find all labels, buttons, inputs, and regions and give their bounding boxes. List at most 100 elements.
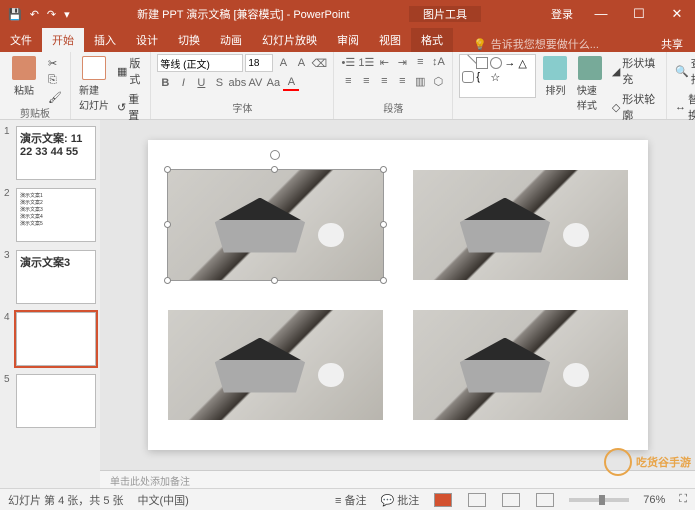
resize-handle[interactable]: [164, 221, 171, 228]
shape-star-icon: ☆: [490, 71, 502, 83]
lightbulb-icon: 💡: [473, 38, 487, 51]
quick-access-toolbar: 💾 ↶ ↷ ▾: [0, 8, 78, 21]
increase-indent-button[interactable]: ⇥: [394, 54, 410, 70]
inserted-picture[interactable]: [168, 310, 383, 420]
resize-handle[interactable]: [380, 166, 387, 173]
layout-button[interactable]: ▦版式: [115, 54, 144, 88]
text-direction-button[interactable]: ↕A: [430, 54, 446, 70]
tab-view[interactable]: 视图: [369, 28, 411, 52]
font-size-select[interactable]: [245, 54, 273, 72]
inserted-picture[interactable]: [413, 310, 628, 420]
reset-icon: ↺: [117, 101, 126, 114]
arrange-icon: [543, 56, 567, 80]
tab-file[interactable]: 文件: [0, 28, 42, 52]
copy-button[interactable]: ⎘: [46, 73, 64, 88]
resize-handle[interactable]: [164, 277, 171, 284]
shadow-button[interactable]: abs: [229, 75, 245, 91]
replace-button[interactable]: ↔替换: [673, 90, 695, 124]
tab-format[interactable]: 格式: [411, 28, 453, 52]
cut-button[interactable]: ✂: [46, 56, 64, 71]
italic-button[interactable]: I: [175, 75, 191, 91]
tab-insert[interactable]: 插入: [84, 28, 126, 52]
align-center-button[interactable]: ≡: [358, 73, 374, 89]
format-painter-button[interactable]: 🖌: [46, 90, 64, 105]
resize-handle[interactable]: [380, 221, 387, 228]
increase-font-icon[interactable]: A: [275, 55, 291, 71]
line-spacing-button[interactable]: ≡: [412, 54, 428, 70]
shape-oval-icon: [490, 57, 502, 69]
maximize-button[interactable]: ☐: [621, 0, 657, 28]
shape-outline-button[interactable]: ◇形状轮廓: [610, 90, 660, 124]
font-family-select[interactable]: [157, 54, 243, 72]
decrease-indent-button[interactable]: ⇤: [376, 54, 392, 70]
tab-animations[interactable]: 动画: [210, 28, 252, 52]
bold-button[interactable]: B: [157, 75, 173, 91]
change-case-button[interactable]: Aa: [265, 75, 281, 91]
quick-styles-button[interactable]: 快速样式: [575, 54, 606, 114]
watermark-logo-icon: [604, 448, 632, 476]
share-button[interactable]: 共享: [649, 36, 695, 52]
status-bar: 幻灯片 第 4 张，共 5 张 中文(中国) ≡ 备注 💬 批注 76% ⛶: [0, 488, 695, 510]
rotate-handle[interactable]: [270, 150, 280, 160]
columns-button[interactable]: ▥: [412, 73, 428, 89]
char-spacing-button[interactable]: AV: [247, 75, 263, 91]
login-link[interactable]: 登录: [541, 6, 583, 22]
slide-thumbnail[interactable]: [16, 312, 96, 366]
slide-thumbnail[interactable]: 演示文案: 11 22 33 44 55: [16, 126, 96, 180]
shape-triangle-icon: △: [518, 57, 530, 69]
slide-thumbnail[interactable]: [16, 374, 96, 428]
ribbon: 粘贴 ✂ ⎘ 🖌 剪贴板 新建 幻灯片 ▦版式 ↺重置 ▤节 幻灯片: [0, 52, 695, 120]
arrange-button[interactable]: 排列: [540, 54, 571, 99]
tab-design[interactable]: 设计: [126, 28, 168, 52]
numbering-button[interactable]: 1☰: [358, 54, 374, 70]
strikethrough-button[interactable]: S: [211, 75, 227, 91]
close-button[interactable]: ✕: [659, 0, 695, 28]
tab-home[interactable]: 开始: [42, 28, 84, 52]
layout-icon: ▦: [117, 65, 127, 78]
slide[interactable]: [148, 140, 648, 450]
justify-button[interactable]: ≡: [394, 73, 410, 89]
smartart-button[interactable]: ⬡: [430, 73, 446, 89]
font-color-button[interactable]: A: [283, 75, 299, 91]
find-button[interactable]: 🔍查找: [673, 54, 695, 88]
shapes-gallery[interactable]: → △ { ☆: [459, 54, 536, 98]
ribbon-tabs: 文件 开始 插入 设计 切换 动画 幻灯片放映 审阅 视图 格式 💡告诉我您想要…: [0, 28, 695, 52]
inserted-picture[interactable]: [413, 170, 628, 280]
slide-thumbnail[interactable]: 演示文案3: [16, 250, 96, 304]
new-slide-icon: [82, 56, 106, 80]
outline-icon: ◇: [612, 101, 620, 114]
search-icon: 🔍: [675, 65, 689, 78]
tab-slideshow[interactable]: 幻灯片放映: [252, 28, 327, 52]
resize-handle[interactable]: [380, 277, 387, 284]
resize-handle[interactable]: [271, 277, 278, 284]
paste-button[interactable]: 粘贴: [6, 54, 42, 99]
paste-icon: [12, 56, 36, 80]
resize-handle[interactable]: [271, 166, 278, 173]
slide-thumbnail[interactable]: 演示文案1 演示文案2 演示文案3 演示文案4 演示文案5: [16, 188, 96, 242]
tell-me-search[interactable]: 💡告诉我您想要做什么...: [453, 36, 649, 52]
window-title: 新建 PPT 演示文稿 [兼容模式] - PowerPoint: [78, 6, 409, 22]
tab-review[interactable]: 审阅: [327, 28, 369, 52]
tab-transitions[interactable]: 切换: [168, 28, 210, 52]
shape-brace-icon: {: [476, 71, 488, 83]
redo-icon[interactable]: ↷: [47, 8, 56, 21]
thumb-num: 2: [4, 188, 12, 242]
bullets-button[interactable]: •☰: [340, 54, 356, 70]
styles-icon: [578, 56, 602, 80]
reset-button[interactable]: ↺重置: [115, 90, 144, 124]
resize-handle[interactable]: [164, 166, 171, 173]
copy-icon: ⎘: [48, 74, 57, 87]
shape-fill-button[interactable]: ◢形状填充: [610, 54, 660, 88]
save-icon[interactable]: 💾: [8, 8, 22, 21]
decrease-font-icon[interactable]: A: [293, 55, 309, 71]
undo-icon[interactable]: ↶: [30, 8, 39, 21]
group-font-label: 字体: [157, 100, 327, 117]
align-left-button[interactable]: ≡: [340, 73, 356, 89]
new-slide-button[interactable]: 新建 幻灯片: [77, 54, 111, 114]
align-right-button[interactable]: ≡: [376, 73, 392, 89]
minimize-button[interactable]: —: [583, 0, 619, 28]
underline-button[interactable]: U: [193, 75, 209, 91]
inserted-picture[interactable]: [168, 170, 383, 280]
start-slideshow-icon[interactable]: ▾: [64, 8, 70, 21]
clear-format-icon[interactable]: ⌫: [311, 55, 327, 71]
